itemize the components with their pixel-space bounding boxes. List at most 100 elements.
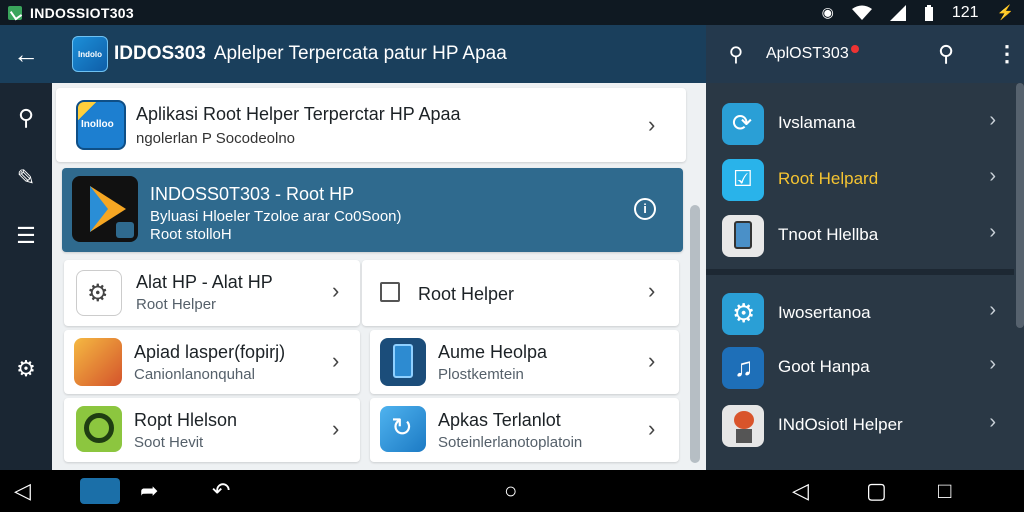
search-icon-secondary[interactable]: ⚲: [938, 41, 954, 67]
status-app-title: INDOSSIOT303: [30, 4, 134, 21]
recent-app-thumbnail[interactable]: [80, 478, 120, 504]
grid-card-1[interactable]: ⚙ Alat HP - Alat HP Root Helper ›: [64, 260, 360, 326]
panel-item-label: Goot Hanpa: [778, 357, 870, 376]
back-triangle-icon-secondary[interactable]: ◁: [792, 478, 809, 504]
info-icon[interactable]: i: [634, 198, 656, 220]
grid-card-3[interactable]: Apiad lasper(fopirj) Canionlanonquhal ›: [64, 330, 360, 394]
app-bar-subtitle: Aplelper Terpercata patur HP Apaa: [213, 43, 507, 64]
brush-icon[interactable]: ✎: [0, 165, 52, 191]
app-logo-text: Indolo: [78, 49, 102, 59]
checkbox-icon: [380, 282, 400, 302]
main-scrollbar[interactable]: [690, 205, 700, 463]
panel-item-3[interactable]: Tnoot Hlellba ›: [706, 207, 1014, 264]
grid-card-4-title: Aume Heolpa: [438, 342, 548, 362]
location-icon: ◉: [821, 4, 834, 20]
back-arrow-icon[interactable]: ←: [0, 25, 52, 83]
panel-item-6[interactable]: INdOsiotl Helper ›: [706, 397, 1014, 454]
featured-title: Aplikasi Root Helper Terperctar HP Apaa: [136, 104, 461, 124]
app-bar-title: IDDOS303: [114, 43, 206, 64]
panel-item-4[interactable]: ⚙ Iwosertanoa ›: [706, 285, 1014, 342]
side-panel: ⟳ Ivslamana › ☑ Root Helpard › Tnoot Hle…: [706, 83, 1024, 470]
robot-icon: [722, 405, 764, 447]
panel-scrollbar[interactable]: [1016, 83, 1024, 328]
panel-item-label: Tnoot Hlellba: [778, 225, 879, 244]
undo-icon[interactable]: ↶: [212, 478, 230, 504]
refresh-icon: ↻: [391, 412, 413, 442]
list-icon[interactable]: ☰: [0, 223, 52, 249]
chevron-right-icon: ›: [989, 109, 996, 131]
side-title-text: AplOST303: [766, 45, 849, 62]
panel-item-label: Root Helpard: [778, 169, 879, 188]
grid-card-3-subtitle: Canionlanonquhal: [134, 366, 255, 383]
highlight-line1: Byluasi Hloeler Tzoloe arar Co0Soon): [150, 208, 402, 225]
device-icon: [722, 215, 764, 257]
side-app-bar-title: AplOST303: [766, 45, 859, 63]
gear-icon: ⚙: [87, 280, 109, 307]
grid-card-6[interactable]: ↻ Apkas Terlanlot Soteinlerlanotoplatoin…: [370, 398, 679, 462]
panel-item-1[interactable]: ⟳ Ivslamana ›: [706, 95, 1014, 152]
app-logo: Indolo: [72, 36, 108, 72]
root-hp-app-icon: [72, 176, 138, 242]
highlight-card[interactable]: INDOSS0T303 - Root HP Byluasi Hloeler Tz…: [62, 168, 683, 252]
character-app-icon: [74, 338, 122, 386]
app-screen: INDOSSIOT303 ◉ 121 ⚡ ← Indolo IDDOS303 A…: [0, 0, 1024, 512]
featured-icon-text: Inolloo: [81, 119, 114, 130]
grid-card-5-subtitle: Soot Hevit: [134, 434, 204, 451]
chevron-right-icon: ›: [989, 299, 996, 321]
side-app-bar: ⚲ AplOST303 ⚲ ⋮: [706, 25, 1024, 83]
top-app-bar: ← Indolo IDDOS303 Aplelper Terpercata pa…: [0, 25, 706, 83]
grid-card-5-title: Ropt Hlelson: [134, 410, 238, 430]
back-triangle-icon[interactable]: ◁: [14, 478, 31, 504]
green-app-icon: [76, 406, 122, 452]
play-arrow-icon: [90, 186, 134, 238]
panel-item-label: Iwosertanoa: [778, 303, 871, 322]
panel-item-5[interactable]: ♫ Goot Hanpa ›: [706, 339, 1014, 396]
chevron-right-icon: ›: [648, 278, 656, 303]
grid-card-6-title: Apkas Terlanlot: [438, 410, 561, 430]
grid-card-2[interactable]: Root Helper ›: [362, 260, 679, 326]
chevron-right-icon: ›: [989, 165, 996, 187]
chevron-right-icon: ›: [332, 348, 340, 373]
phone-icon: [393, 344, 413, 378]
key-icon[interactable]: ⚲: [0, 105, 52, 131]
chevron-right-icon: ›: [648, 348, 656, 373]
grid-card-6-subtitle: Soteinlerlanotoplatoin: [438, 434, 583, 451]
music-note-icon: ♫: [722, 347, 764, 389]
featured-app-icon: Inolloo: [76, 100, 126, 150]
signal-icon: [889, 4, 906, 21]
status-time: 121: [951, 3, 979, 21]
system-nav-bar: ◁ ➦ ↶ ○ ◁ ▢ □: [0, 470, 1024, 512]
share-arrow-icon[interactable]: ➦: [140, 478, 158, 504]
home-circle-icon[interactable]: ○: [504, 478, 517, 504]
overview-square-icon[interactable]: □: [938, 478, 951, 504]
more-options-icon[interactable]: ⋮: [996, 41, 1018, 67]
navigation-rail: ⚲ ✎ ☰ ⚙: [0, 83, 52, 470]
chevron-right-icon: ›: [989, 221, 996, 243]
chevron-right-icon: ›: [989, 353, 996, 375]
settings-icon[interactable]: ⚙: [0, 356, 52, 382]
grid-card-4[interactable]: Aume Heolpa Plostkemtein ›: [370, 330, 679, 394]
chevron-right-icon: ›: [332, 416, 340, 441]
status-bar: INDOSSIOT303 ◉ 121 ⚡: [0, 0, 1024, 25]
highlight-line2: Root stolloH: [150, 226, 232, 243]
panel-item-label: INdOsiotl Helper: [778, 415, 903, 434]
grid-card-5[interactable]: Ropt Hlelson Soot Hevit ›: [64, 398, 360, 462]
grid-card-1-title: Alat HP - Alat HP: [136, 272, 273, 292]
wifi-icon: [851, 5, 872, 20]
app-notification-icon: [8, 5, 22, 20]
sync-icon: ⟳: [722, 103, 764, 145]
search-icon[interactable]: ⚲: [706, 42, 766, 67]
recents-square-icon[interactable]: ▢: [866, 478, 887, 504]
recycle-app-icon: ↻: [380, 406, 426, 452]
tools-app-icon: ⚙: [76, 270, 122, 316]
notification-dot: [850, 45, 859, 53]
panel-item-2[interactable]: ☑ Root Helpard ›: [706, 151, 1014, 208]
chevron-right-icon: ›: [989, 411, 996, 433]
chevron-right-icon: ›: [332, 278, 340, 303]
shield-icon: ☑: [722, 159, 764, 201]
main-content: Inolloo Aplikasi Root Helper Terperctar …: [52, 83, 706, 470]
featured-card[interactable]: Inolloo Aplikasi Root Helper Terperctar …: [56, 88, 686, 162]
chevron-right-icon: ›: [648, 112, 656, 137]
grid-card-4-subtitle: Plostkemtein: [438, 366, 524, 383]
highlight-title: INDOSS0T303 - Root HP: [150, 184, 355, 204]
